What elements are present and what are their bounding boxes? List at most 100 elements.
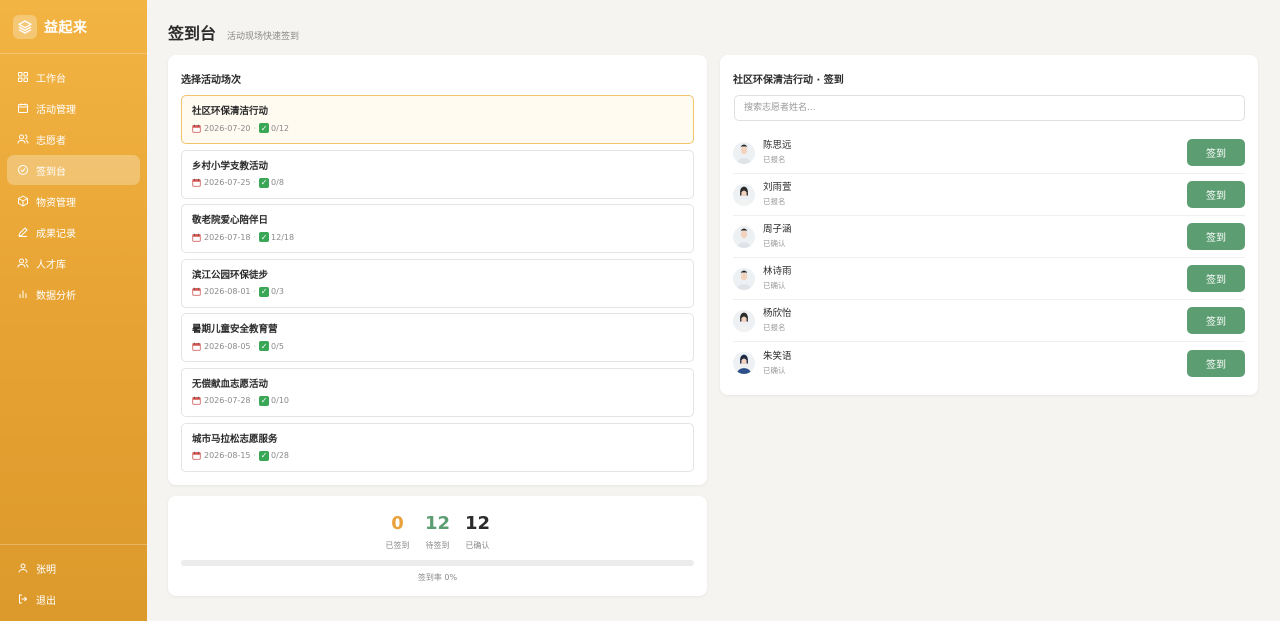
grid-icon [18, 72, 28, 82]
volunteer-name: 杨欣怡 [763, 308, 792, 319]
volunteer-status: 已确认 [763, 239, 786, 248]
calendar-icon [192, 342, 201, 351]
event-meta: 2026-08-15 · ✓ 0/28 [192, 450, 683, 461]
checkin-button[interactable]: 签到 [1187, 181, 1245, 208]
event-count: 0/3 [271, 287, 284, 297]
checkin-stats-card: 0 已签到 12 待签到 12 已确认 签到率 0% [168, 496, 707, 596]
event-selection-title: 选择活动场次 [181, 75, 241, 86]
calendar-icon [192, 451, 201, 460]
calendar-icon [192, 397, 201, 406]
volunteer-name: 陈思远 [763, 140, 792, 151]
stat-checked-in: 0 已签到 [378, 512, 418, 551]
logout-label: 退出 [36, 595, 56, 607]
volunteer-info: 刘雨萱 已报名 [763, 182, 1187, 207]
volunteer-list: 陈思远 已报名 签到 刘雨萱 已报名 签到 周子涵 已确认 签到 林诗雨 已确认 签到 杨欣怡 已报名 签到… [733, 132, 1245, 384]
event-date: 2026-07-18 [204, 232, 251, 242]
checkin-button[interactable]: 签到 [1187, 349, 1245, 377]
checkin-button[interactable]: 签到 [1187, 265, 1245, 292]
event-name: 滨江公园环保徒步 [192, 269, 269, 281]
stat-confirmed: 12 已确认 [458, 512, 498, 551]
users-icon [17, 134, 29, 144]
volunteer-search-input[interactable] [734, 95, 1245, 121]
checkin-button[interactable]: 签到 [1187, 307, 1245, 334]
sidebar-item-volunteers[interactable]: 志愿者 [7, 124, 140, 154]
sidebar-item-supplies[interactable]: 物资管理 [7, 186, 140, 216]
sidebar-item-checkin[interactable]: 签到台 [7, 155, 140, 185]
stat-checked-in-label: 已签到 [385, 541, 410, 550]
event-item[interactable]: 社区环保清洁行动 2026-07-20 · ✓ 0/12 [181, 95, 694, 144]
sidebar-item-results[interactable]: 成果记录 [7, 217, 140, 247]
user-profile[interactable]: 张明 [7, 553, 140, 583]
checkmark-icon: ✓ [259, 395, 270, 406]
sidebar-item-label: 工作台 [36, 73, 66, 85]
checkmark-icon: ✓ [259, 123, 270, 133]
stat-pending-value: 12 [424, 513, 451, 534]
event-name: 乡村小学支教活动 [192, 160, 269, 172]
checkmark-icon: ✓ [259, 450, 270, 461]
sidebar-item-label: 签到台 [36, 166, 66, 178]
volunteer-row: 刘雨萱 已报名 签到 [733, 174, 1245, 216]
logout-button[interactable]: 退出 [7, 584, 140, 614]
event-count: 12/18 [271, 232, 295, 242]
checkmark-icon: ✓ [259, 341, 270, 352]
checkin-rate-bar [181, 560, 694, 566]
event-meta: 2026-08-01 · ✓ 0/3 [192, 286, 683, 297]
sidebar-item-label: 物资管理 [36, 197, 76, 209]
event-name: 暑期儿童安全教育营 [192, 324, 278, 336]
avatar [733, 352, 755, 374]
checkin-button[interactable]: 签到 [1187, 139, 1245, 166]
avatar [733, 309, 755, 332]
event-selection-card: 选择活动场次 社区环保清洁行动 2026-07-20 · ✓ 0/12 乡村小学支教活动 2… [168, 55, 707, 485]
event-separator: · [253, 232, 257, 242]
event-item[interactable]: 暑期儿童安全教育营 2026-08-05 · ✓ 0/5 [181, 313, 694, 363]
event-count: 0/8 [271, 178, 284, 188]
event-separator: · [253, 287, 257, 297]
volunteer-name: 朱笑语 [763, 350, 792, 362]
box-icon [18, 195, 28, 207]
volunteer-row: 杨欣怡已报名 签到 [733, 300, 1245, 342]
checkin-rate-label: 签到率 0% [417, 573, 458, 582]
sidebar-item-talent[interactable]: 人才库 [7, 248, 140, 278]
calendar-icon [18, 103, 28, 113]
event-date: 2026-07-25 [204, 178, 251, 188]
sidebar-footer: 张明 退出 [0, 544, 147, 621]
stat-confirmed-label: 已确认 [465, 541, 490, 550]
event-count: 0/10 [271, 396, 290, 406]
event-item[interactable]: 乡村小学支教活动 2026-07-25 · ✓ 0/8 [181, 149, 694, 199]
event-separator: · [253, 341, 257, 351]
calendar-icon [192, 233, 201, 242]
checkmark-icon: ✓ [259, 232, 270, 243]
sidebar-item-activities[interactable]: 活动管理 [7, 93, 140, 123]
event-date: 2026-08-01 [204, 287, 251, 297]
event-item[interactable]: 无偿献血志愿活动 2026-07-28 · ✓ 0/10 [181, 367, 694, 417]
calendar-icon [192, 178, 201, 187]
event-date: 2026-07-28 [204, 396, 251, 406]
event-meta: 2026-07-25 · ✓ 0/8 [192, 177, 683, 188]
volunteer-name: 周子涵 [763, 224, 792, 235]
event-meta: 2026-08-05 · ✓ 0/5 [192, 341, 683, 352]
event-item[interactable]: 敬老院爱心陪伴日 2026-07-18 · ✓ 12/18 [181, 204, 694, 254]
sidebar-item-workbench[interactable]: 工作台 [7, 62, 140, 92]
avatar [733, 183, 755, 206]
stat-confirmed-value: 12 [464, 513, 491, 534]
volunteer-row: 周子涵 已确认 签到 [733, 216, 1245, 258]
main-content: 签到台 活动现场快速签到 选择活动场次 社区环保清洁行动 2026-07-20 · ✓… [147, 0, 1280, 621]
page-subtitle: 活动现场快速签到 [227, 32, 300, 42]
event-date: 2026-08-15 [204, 451, 251, 461]
event-name: 城市马拉松志愿服务 [192, 433, 278, 445]
event-meta: 2026-07-18 · ✓ 12/18 [192, 232, 683, 243]
user-icon [18, 563, 28, 573]
event-item[interactable]: 滨江公园环保徒步 2026-08-01 · ✓ 0/3 [181, 258, 694, 308]
event-separator: · [253, 178, 257, 188]
brand[interactable]: 益起来 [0, 0, 147, 54]
volunteer-info: 周子涵 已确认 [763, 224, 1187, 249]
volunteer-status: 已报名 [763, 323, 786, 332]
sidebar-item-analytics[interactable]: 数据分析 [7, 279, 140, 309]
checkin-button[interactable]: 签到 [1187, 223, 1245, 250]
page-header: 签到台 活动现场快速签到 [168, 20, 299, 44]
volunteer-row: 朱笑语 已确认 签到 [733, 342, 1245, 384]
sidebar-item-label: 数据分析 [36, 290, 76, 302]
page-title: 签到台 [168, 24, 217, 43]
calendar-icon [192, 124, 201, 133]
event-item[interactable]: 城市马拉松志愿服务 2026-08-15 · ✓ 0/28 [181, 422, 694, 472]
